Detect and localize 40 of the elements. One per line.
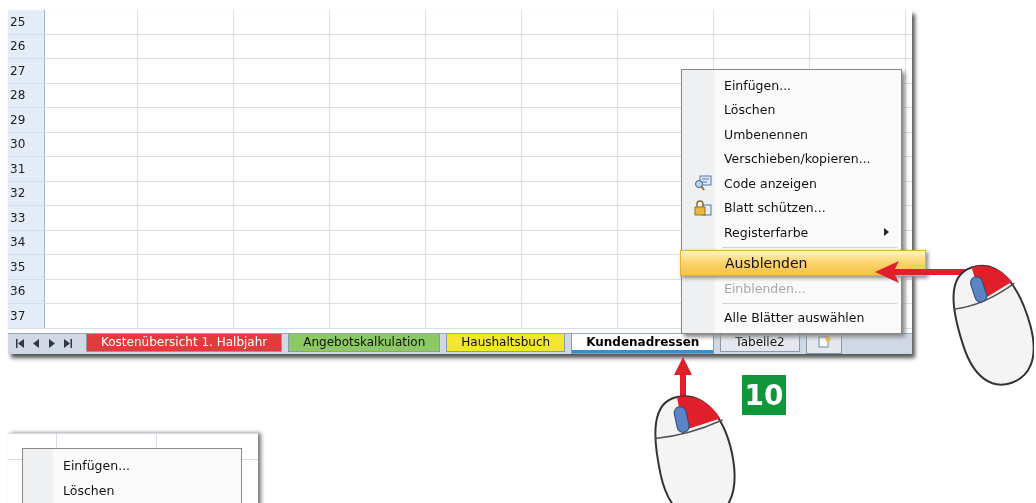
row-number: 34 <box>8 230 45 254</box>
submenu-arrow-icon <box>884 228 889 237</box>
sheet-tab[interactable]: Kostenübersicht 1. Halbjahr <box>86 334 283 352</box>
menu-item[interactable]: Code anzeigen <box>682 171 901 196</box>
menu-item[interactable]: Verschieben/kopieren... <box>682 146 901 171</box>
arrow-icon <box>875 260 965 284</box>
sheet-tab[interactable]: Kundenadressen <box>571 334 715 354</box>
new-sheet-tab[interactable] <box>805 334 842 354</box>
menu-item[interactable]: Registerfarbe <box>682 220 901 245</box>
menu-item[interactable]: Ausblenden <box>680 249 926 276</box>
row-number: 36 <box>8 279 45 303</box>
row-number: 28 <box>8 83 45 107</box>
menu-item[interactable]: Einfügen... <box>682 73 901 98</box>
row-number: 37 <box>8 304 45 328</box>
row-number: 30 <box>8 132 45 156</box>
menu-item[interactable]: Alle Blätter auswählen <box>682 305 901 330</box>
row-number: 32 <box>8 181 45 205</box>
menu-item[interactable]: Umbenennen <box>682 122 901 147</box>
previous-sheet-icon[interactable] <box>33 339 40 348</box>
view-code-icon <box>694 175 712 192</box>
sheet-tab[interactable]: Tabelle2 <box>720 334 800 352</box>
lock-icon <box>694 199 712 216</box>
menu-item[interactable]: Löschen <box>23 478 241 503</box>
row-number: 26 <box>8 34 45 58</box>
row-number: 27 <box>8 59 45 83</box>
menu-item[interactable]: Blatt schützen... <box>682 195 901 220</box>
step-number: 10 <box>742 375 786 415</box>
last-sheet-icon[interactable] <box>63 339 72 348</box>
row-number: 29 <box>8 108 45 132</box>
next-sheet-icon[interactable] <box>48 339 55 348</box>
sheet-tab[interactable]: Haushaltsbuch <box>446 334 566 352</box>
row-number: 33 <box>8 206 45 230</box>
row-number: 31 <box>8 157 45 181</box>
menu-item[interactable]: Einfügen... <box>23 453 241 478</box>
new-sheet-icon <box>816 336 831 348</box>
menu-item[interactable]: Löschen <box>682 97 901 122</box>
sheet-tab[interactable]: Angebotskalkulation <box>288 334 441 352</box>
row-number: 35 <box>8 255 45 279</box>
row-number: 25 <box>8 10 45 34</box>
first-sheet-icon[interactable] <box>16 339 25 348</box>
